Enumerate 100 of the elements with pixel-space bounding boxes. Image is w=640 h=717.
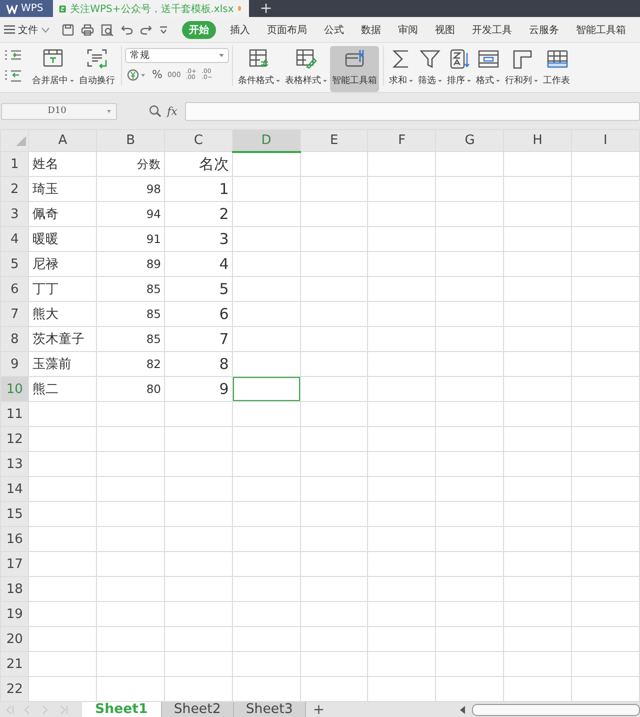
row-column-icon — [510, 48, 532, 70]
ribbon-button[interactable]: 智能工具箱 — [330, 46, 379, 92]
menu-tab[interactable]: 智能工具箱 — [576, 20, 626, 38]
row-header[interactable]: 20 — [0, 626, 29, 652]
row-header[interactable]: 17 — [0, 552, 29, 576]
ribbon-button[interactable]: 自动换行 — [77, 46, 117, 92]
row-header[interactable]: 7 — [0, 302, 29, 326]
menu-tab[interactable]: 视图 — [435, 20, 455, 38]
menu-tab[interactable]: 数据 — [361, 20, 381, 38]
add-sheet-button[interactable]: + — [306, 702, 332, 717]
filter-icon — [419, 48, 441, 70]
table-cell: 1 — [164, 176, 232, 202]
save-icon[interactable] — [62, 24, 74, 36]
table-cell: 茨木童子 — [28, 326, 97, 352]
table-style-icon — [295, 48, 317, 70]
row-header[interactable]: 12 — [0, 426, 29, 452]
table-cell: 9 — [164, 376, 232, 402]
zoom-icon[interactable] — [149, 105, 161, 117]
currency-icon[interactable] — [127, 68, 147, 80]
column-header[interactable]: G — [436, 130, 504, 152]
row-header[interactable]: 1 — [0, 152, 29, 176]
table-cell: 98 — [96, 176, 164, 202]
active-cell[interactable] — [233, 378, 300, 400]
spreadsheet-file-icon — [59, 2, 66, 14]
row-header[interactable]: 6 — [0, 276, 29, 302]
row-header[interactable]: 16 — [0, 526, 29, 552]
row-header[interactable]: 8 — [0, 326, 29, 352]
column-header[interactable]: E — [300, 130, 368, 152]
menu-tab[interactable]: 插入 — [230, 20, 250, 38]
table-cell: 熊大 — [28, 302, 97, 326]
row-header[interactable]: 15 — [0, 502, 29, 526]
ribbon-button[interactable]: 行和列 — [503, 46, 540, 92]
table-cell: 佩奇 — [28, 202, 97, 226]
table-cell: 89 — [96, 252, 164, 276]
column-header[interactable]: C — [164, 130, 232, 152]
ribbon-button[interactable]: 工作表 — [541, 46, 572, 92]
new-tab-button[interactable]: + — [251, 0, 281, 17]
column-header[interactable]: H — [504, 130, 572, 152]
file-menu[interactable]: 文件 — [4, 22, 50, 36]
customize-caret-icon[interactable] — [159, 26, 168, 34]
number-format-button[interactable]: % — [152, 68, 162, 81]
print-preview-icon[interactable] — [101, 24, 114, 36]
table-cell: 8 — [164, 352, 232, 376]
print-icon[interactable] — [81, 24, 94, 36]
ribbon-button[interactable]: 筛选 — [416, 46, 444, 92]
column-header[interactable]: A — [28, 130, 97, 152]
ribbon-button[interactable]: 表格样式 — [283, 46, 329, 92]
column-header[interactable]: F — [368, 130, 436, 152]
dropdown-arrow-icon — [107, 110, 111, 112]
row-header[interactable]: 3 — [0, 202, 29, 226]
row-header[interactable]: 5 — [0, 252, 29, 276]
menu-tab[interactable]: 公式 — [324, 20, 344, 38]
ribbon-button[interactable]: 排序 — [445, 46, 473, 92]
formula-input[interactable] — [185, 102, 640, 120]
increase-indent-icon[interactable] — [4, 50, 22, 62]
chevron-icon — [41, 26, 50, 32]
row-header[interactable]: 4 — [0, 226, 29, 252]
table-cell: 5 — [164, 276, 232, 302]
row-header[interactable]: 11 — [0, 402, 29, 426]
row-header[interactable]: 14 — [0, 476, 29, 502]
table-cell: 尼禄 — [28, 252, 97, 276]
ribbon-button[interactable]: 求和 — [387, 46, 415, 92]
dropdown-arrow-icon — [219, 54, 224, 57]
menu-tab[interactable]: 开发工具 — [472, 20, 512, 38]
table-cell: 暖暖 — [28, 226, 97, 252]
ribbon-button[interactable]: 格式 — [474, 46, 502, 92]
redo-icon[interactable] — [140, 24, 152, 35]
row-header[interactable]: 22 — [0, 676, 29, 702]
table-cell: 分数 — [96, 152, 164, 176]
row-header[interactable]: 9 — [0, 352, 29, 376]
sheet-tab[interactable]: Sheet3 — [234, 702, 306, 717]
column-header[interactable]: I — [571, 130, 640, 152]
menu-tab[interactable]: 云服务 — [529, 20, 559, 38]
table-cell: 丁丁 — [28, 276, 97, 302]
sheet-tab[interactable]: Sheet2 — [162, 702, 234, 717]
wps-logo-icon — [6, 4, 18, 14]
worksheet-icon — [546, 48, 568, 70]
table-cell: 85 — [96, 326, 164, 352]
row-header[interactable]: 19 — [0, 602, 29, 626]
function-label[interactable]: fx — [167, 104, 178, 118]
row-header[interactable]: 21 — [0, 652, 29, 676]
row-header[interactable]: 2 — [0, 176, 29, 202]
row-header[interactable]: 13 — [0, 452, 29, 476]
ribbon-button[interactable]: 条件格式 — [236, 46, 282, 92]
decrease-indent-icon[interactable] — [4, 70, 22, 82]
row-header[interactable]: 18 — [0, 576, 29, 602]
wrap-text-icon — [86, 48, 108, 70]
scroll-left-icon[interactable] — [460, 706, 466, 714]
menu-tab[interactable]: 审阅 — [398, 20, 418, 38]
name-box[interactable]: D10 — [1, 102, 117, 120]
app-tab[interactable]: WPS — [0, 0, 53, 17]
undo-icon[interactable] — [121, 24, 133, 35]
menu-tab[interactable]: 页面布局 — [267, 20, 307, 38]
number-format-dropdown[interactable]: 常规 — [125, 48, 229, 63]
table-cell: 熊二 — [28, 376, 97, 402]
table-cell: 名次 — [164, 152, 232, 176]
ribbon-button[interactable]: 合并居中 — [30, 46, 76, 92]
scrollbar-thumb[interactable] — [472, 704, 640, 716]
column-header[interactable]: B — [96, 130, 164, 152]
table-cell: 7 — [164, 326, 232, 352]
